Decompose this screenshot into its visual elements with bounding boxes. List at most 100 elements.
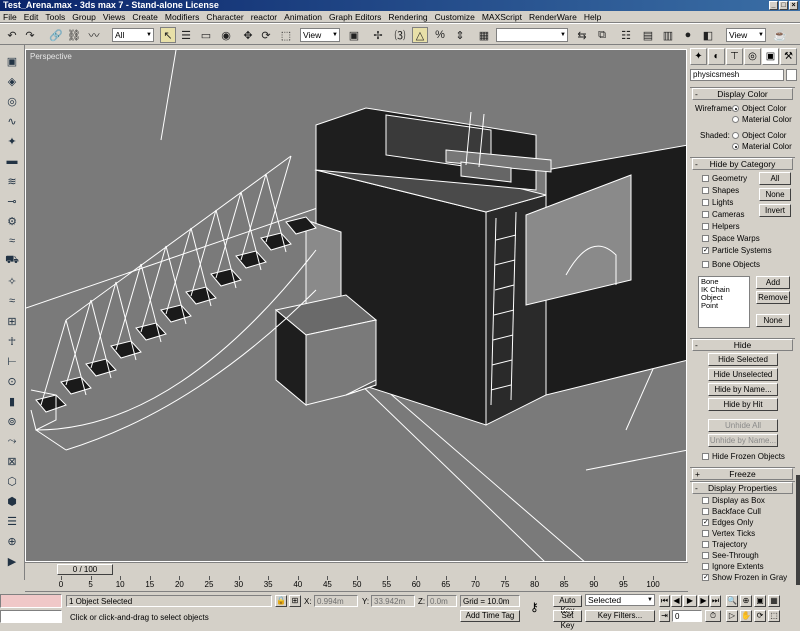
select-and-manipulate-icon[interactable]: ✢ xyxy=(370,27,386,43)
time-slider-track[interactable]: 0 / 100 xyxy=(25,562,688,575)
shapes-checkbox[interactable]: Shapes xyxy=(702,186,739,195)
menu-character[interactable]: Character xyxy=(206,12,243,22)
menu-rendering[interactable]: Rendering xyxy=(388,12,427,22)
absolute-mode-icon[interactable]: ⊞ xyxy=(289,595,301,607)
convex-hull-icon[interactable]: ⬡ xyxy=(4,473,20,489)
unlink-icon[interactable]: ⛓ xyxy=(66,27,82,43)
edit-named-selection-icon[interactable]: ▦ xyxy=(476,27,492,43)
spring-icon[interactable]: ≋ xyxy=(4,173,20,189)
wireframe-material-color-radio[interactable]: Material Color xyxy=(732,115,792,124)
rope-collection-icon[interactable]: ∿ xyxy=(4,113,20,129)
pivot-center-icon[interactable]: ▣ xyxy=(346,27,362,43)
align-icon[interactable]: ⧉ xyxy=(594,27,610,43)
category-list[interactable]: Bone IK Chain Object Point xyxy=(698,276,750,328)
display-color-header[interactable]: - Display Color xyxy=(692,88,793,100)
lock-selection-icon[interactable]: 🔒 xyxy=(275,595,287,607)
select-object-icon[interactable]: ↖ xyxy=(160,27,176,43)
helpers-checkbox[interactable]: Helpers xyxy=(702,222,740,231)
space-warps-checkbox[interactable]: Space Warps xyxy=(702,234,760,243)
toy-car-icon[interactable]: ⛟ xyxy=(4,253,20,269)
constraint-solver-icon[interactable]: ⊞ xyxy=(4,313,20,329)
water-icon[interactable]: ≈ xyxy=(4,293,20,309)
previous-frame-icon[interactable]: ◀ xyxy=(671,595,682,607)
point-to-point-icon[interactable]: ⊙ xyxy=(4,373,20,389)
select-and-link-icon[interactable]: 🔗 xyxy=(48,27,64,43)
named-selection-set-select[interactable] xyxy=(496,28,568,42)
prismatic-constraint-icon[interactable]: ▮ xyxy=(4,393,20,409)
shaded-object-color-radio[interactable]: Object Color xyxy=(732,131,786,140)
point-to-path-icon[interactable]: ⤳ xyxy=(4,433,20,449)
utilities-tab-icon[interactable]: ⚒ xyxy=(780,48,797,65)
property-editor-icon[interactable]: ☰ xyxy=(4,513,20,529)
hide-frozen-objects-checkbox[interactable]: Hide Frozen Objects xyxy=(702,452,785,461)
modify-tab-icon[interactable]: ◐ xyxy=(708,48,725,65)
remove-button[interactable]: Remove xyxy=(756,291,790,304)
perspective-viewport[interactable]: Perspective xyxy=(25,49,687,562)
motion-tab-icon[interactable]: ◎ xyxy=(744,48,761,65)
edges-only-checkbox[interactable]: ✓ Edges Only xyxy=(702,518,753,527)
menu-tools[interactable]: Tools xyxy=(45,12,65,22)
unhide-all-button[interactable]: Unhide All xyxy=(708,419,778,432)
cameras-checkbox[interactable]: Cameras xyxy=(702,210,744,219)
zoom-extents-all-icon[interactable]: ▦ xyxy=(768,595,780,607)
scale-icon[interactable]: ⬚ xyxy=(278,27,294,43)
menu-customize[interactable]: Customize xyxy=(435,12,475,22)
hide-by-name-button[interactable]: Hide by Name... xyxy=(708,383,778,396)
maxscript-listener-mini[interactable] xyxy=(0,594,62,608)
menu-graph-editors[interactable]: Graph Editors xyxy=(329,12,381,22)
menu-create[interactable]: Create xyxy=(132,12,158,22)
bind-space-warp-icon[interactable]: 〰 xyxy=(86,27,102,43)
menu-group[interactable]: Group xyxy=(72,12,96,22)
hide-by-hit-button[interactable]: Hide by Hit xyxy=(708,398,778,411)
hierarchy-tab-icon[interactable]: ⊤ xyxy=(726,48,743,65)
list-item[interactable]: IK Chain Object xyxy=(701,286,747,302)
track-bar[interactable]: 0 5 10 15 20 25 30 35 40 45 50 55 60 65 70 75 80 85 90 95 10… xyxy=(25,576,688,592)
soft-body-collection-icon[interactable]: ◎ xyxy=(4,93,20,109)
render-type-select[interactable]: View xyxy=(726,28,766,42)
y-coordinate-field[interactable]: 33.942m xyxy=(371,595,415,607)
menu-edit[interactable]: Edit xyxy=(24,12,39,22)
current-frame-field[interactable]: 0 xyxy=(672,610,702,622)
key-filters-button[interactable]: Key Filters... xyxy=(585,610,655,622)
cloth-collection-icon[interactable]: ◈ xyxy=(4,73,20,89)
object-color-swatch[interactable] xyxy=(786,69,797,81)
menu-animation[interactable]: Animation xyxy=(284,12,322,22)
go-to-start-icon[interactable]: ⏮ xyxy=(659,595,670,607)
menu-file[interactable]: File xyxy=(3,12,17,22)
add-time-tag-button[interactable]: Add Time Tag xyxy=(460,610,520,622)
rotate-icon[interactable]: ⟳ xyxy=(258,27,274,43)
zoom-icon[interactable]: 🔍 xyxy=(726,595,738,607)
material-editor-icon[interactable]: ● xyxy=(680,27,696,43)
see-through-checkbox[interactable]: See-Through xyxy=(702,551,759,560)
concave-mesh-icon[interactable]: ⬢ xyxy=(4,493,20,509)
angle-snap-icon[interactable]: △ xyxy=(412,27,428,43)
layer-manager-icon[interactable]: ☷ xyxy=(618,27,634,43)
wind-icon[interactable]: ≈ xyxy=(4,233,20,249)
set-key-button[interactable]: Set Key xyxy=(553,610,582,630)
close-button[interactable]: × xyxy=(789,1,798,10)
menu-renderware[interactable]: RenderWare xyxy=(529,12,577,22)
time-configuration-icon[interactable]: ⏱ xyxy=(705,610,721,622)
unhide-by-name-button[interactable]: Unhide by Name... xyxy=(708,434,778,447)
play-icon[interactable]: ▶ xyxy=(683,595,697,607)
menu-reactor[interactable]: reactor xyxy=(251,12,277,22)
undo-icon[interactable]: ↶ xyxy=(4,27,20,43)
hide-header[interactable]: - Hide xyxy=(692,339,793,351)
time-slider[interactable]: 0 / 100 xyxy=(57,564,113,575)
command-panel-scrollbar[interactable] xyxy=(796,475,800,585)
key-mode-select[interactable]: Selected xyxy=(585,594,655,606)
arc-rotate-icon[interactable]: ⟳ xyxy=(754,610,766,622)
add-button[interactable]: Add xyxy=(756,276,790,289)
selection-filter-select[interactable]: All xyxy=(112,28,154,42)
schematic-view-icon[interactable]: ▥ xyxy=(660,27,676,43)
lights-checkbox[interactable]: Lights xyxy=(702,198,733,207)
zoom-all-icon[interactable]: ⊕ xyxy=(740,595,752,607)
fixed-constraint-icon[interactable]: ⊠ xyxy=(4,453,20,469)
spinner-snap-icon[interactable]: ⇕ xyxy=(452,27,468,43)
move-icon[interactable]: ✥ xyxy=(240,27,256,43)
shaded-material-color-radio[interactable]: Material Color xyxy=(732,142,792,151)
menu-views[interactable]: Views xyxy=(103,12,126,22)
preview-animation-icon[interactable]: ▶ xyxy=(4,553,20,569)
menu-help[interactable]: Help xyxy=(584,12,601,22)
object-name-field[interactable]: physicsmesh xyxy=(690,69,784,81)
